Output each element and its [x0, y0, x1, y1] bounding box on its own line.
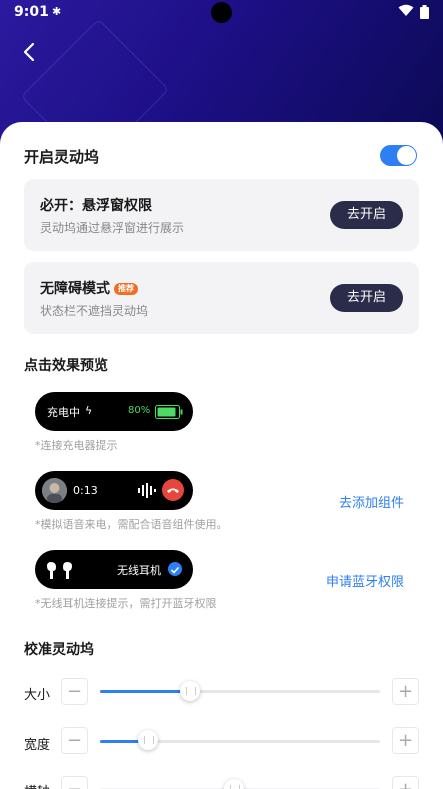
status-bar: 9:01 ✱ — [0, 0, 443, 26]
lightning-icon: ϟ — [85, 404, 93, 417]
card-title: 必开：悬浮窗权限 — [40, 198, 152, 214]
overlay-permission-card: 必开：悬浮窗权限 灵动坞通过悬浮窗进行展示 去开启 — [24, 179, 419, 251]
width-slider-thumb[interactable] — [137, 730, 158, 750]
size-increase-button[interactable]: + — [392, 678, 419, 705]
hang-up-icon — [162, 479, 184, 501]
bluetooth-permission-link[interactable]: 申请蓝牙权限 — [326, 571, 404, 590]
size-decrease-button[interactable]: − — [61, 678, 88, 705]
horizontal-label: 横轴 — [24, 781, 50, 789]
earbuds-preview-pill[interactable]: 无线耳机 — [35, 550, 193, 589]
card-title: 无障碍模式 — [40, 281, 110, 297]
size-slider-fill — [100, 690, 190, 693]
charging-preview-pill[interactable]: 充电中 ϟ 80% — [35, 392, 193, 431]
battery-level-icon — [155, 404, 183, 423]
preview-section-title: 点击效果预览 — [24, 358, 108, 374]
accessibility-card: 无障碍模式 推荐 状态栏不遮挡灵动坞 去开启 — [24, 262, 419, 334]
open-overlay-button[interactable]: 去开启 — [330, 201, 403, 229]
camera-cutout — [211, 2, 232, 23]
add-widget-link[interactable]: 去添加组件 — [339, 492, 404, 511]
size-slider[interactable] — [100, 690, 380, 693]
size-slider-thumb[interactable] — [179, 681, 200, 701]
call-preview-pill[interactable]: 0:13 — [35, 471, 193, 510]
back-arrow-icon[interactable] — [18, 40, 42, 64]
wifi-icon — [398, 4, 414, 21]
caller-avatar — [42, 478, 67, 503]
charging-hint: *连接充电器提示 — [35, 439, 118, 452]
card-subtitle: 状态栏不遮挡灵动坞 — [40, 304, 149, 318]
width-label: 宽度 — [24, 738, 51, 753]
recommend-badge: 推荐 — [114, 283, 138, 295]
call-duration: 0:13 — [73, 484, 98, 497]
enable-toggle[interactable] — [380, 145, 417, 166]
open-accessibility-button[interactable]: 去开启 — [330, 284, 403, 312]
waveform-icon — [138, 483, 156, 502]
horizontal-decrease-button[interactable]: − — [61, 776, 88, 789]
enable-label: 开启灵动坞 — [24, 148, 100, 166]
calibrate-section-title: 校准灵动坞 — [24, 642, 94, 658]
width-decrease-button[interactable]: − — [61, 727, 88, 754]
toggle-knob — [397, 146, 416, 165]
card-subtitle: 灵动坞通过悬浮窗进行展示 — [40, 221, 185, 235]
size-label: 大小 — [24, 688, 51, 703]
horizontal-increase-button[interactable]: + — [392, 776, 419, 789]
notification-icon: ✱ — [52, 5, 62, 18]
earbuds-label: 无线耳机 — [117, 564, 161, 577]
earbuds-icon — [45, 559, 77, 585]
call-hint: *模拟语音来电，需配合语音组件使用。 — [35, 518, 228, 531]
charging-label: 充电中 — [47, 406, 80, 419]
connected-check-icon — [168, 562, 182, 576]
earbuds-hint: *无线耳机连接提示，需打开蓝牙权限 — [35, 597, 217, 610]
battery-icon — [420, 5, 429, 23]
battery-percent: 80% — [128, 405, 151, 416]
width-increase-button[interactable]: + — [392, 727, 419, 754]
card-title-wrap: 无障碍模式 推荐 — [40, 278, 138, 298]
status-time: 9:01 — [14, 4, 49, 20]
